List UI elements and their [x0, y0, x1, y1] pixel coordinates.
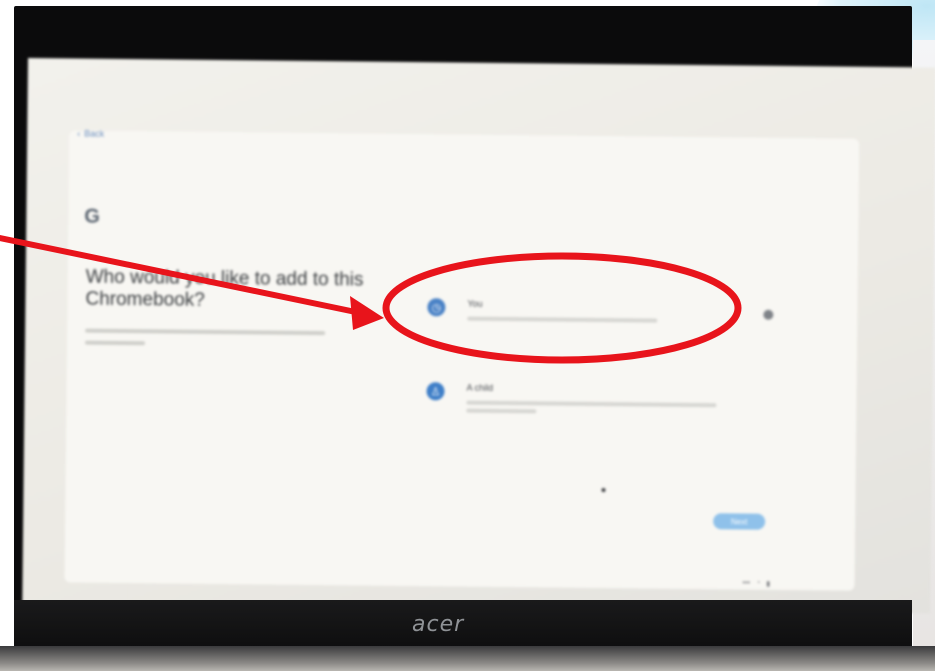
subtitle-line: [85, 340, 146, 346]
option-you-title: You: [467, 298, 483, 309]
option-child-title: A child: [466, 382, 494, 393]
google-logo: G: [84, 205, 101, 228]
option-child[interactable]: ♙ A child: [426, 382, 717, 415]
child-icon: ♙: [426, 382, 445, 401]
page-title: Who would you like to add to this Chrome…: [85, 266, 364, 311]
wifi-icon: ◔: [755, 579, 761, 587]
shelf-placeholder: ▪▪▪: [742, 579, 751, 587]
keyboard-edge: [0, 646, 935, 671]
option-child-description: [466, 400, 717, 408]
pager-dot: [601, 488, 606, 493]
next-button[interactable]: Next: [713, 513, 766, 530]
battery-icon: ▮: [766, 580, 771, 588]
option-you-radio[interactable]: [763, 309, 774, 320]
back-label: Back: [84, 128, 105, 139]
chromebook-screen: ‹ Back G Who would you like to add to th…: [22, 58, 935, 614]
system-shelf: ▪▪▪ ◔ ▮: [742, 579, 771, 588]
person-clock-icon: ◷: [427, 298, 446, 317]
chevron-left-icon: ‹: [77, 128, 81, 139]
option-child-description: [466, 408, 537, 414]
option-you[interactable]: ◷ You: [427, 298, 658, 323]
brand-logo: acer: [412, 612, 465, 637]
back-link[interactable]: ‹ Back: [77, 129, 104, 139]
